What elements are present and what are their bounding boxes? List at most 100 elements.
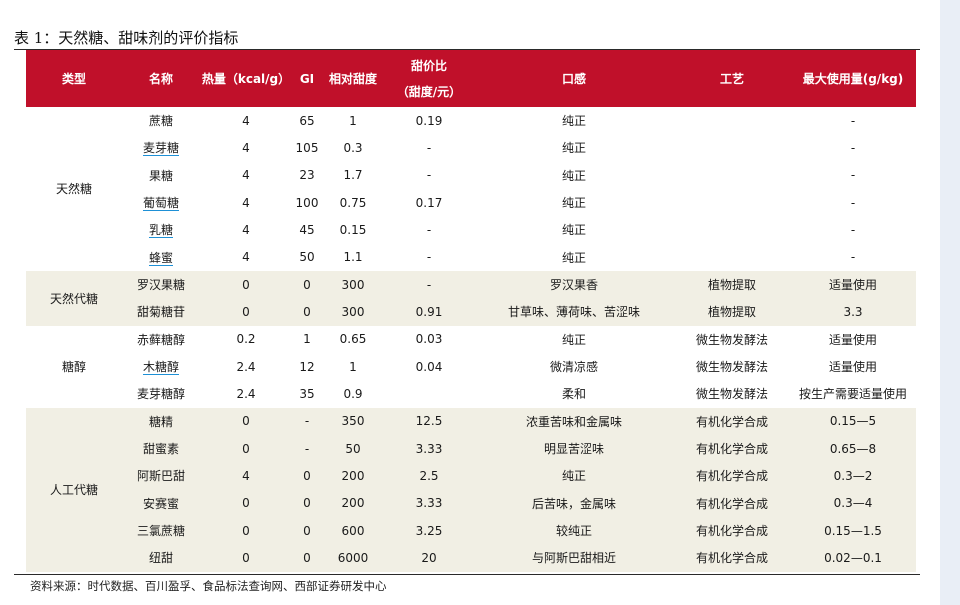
group-natural-substitute: 天然代糖 bbox=[26, 270, 122, 326]
cell-calories: 4 bbox=[200, 462, 292, 490]
cell-sweetness: 350 bbox=[322, 407, 384, 435]
cell-price-ratio: 3.25 bbox=[384, 516, 474, 545]
cell-price-ratio: 0.04 bbox=[415, 359, 443, 374]
cell-name: 纽甜 bbox=[122, 544, 200, 572]
cell-process: 植物提取 bbox=[674, 298, 790, 326]
cell-process: 微生物发酵法 bbox=[695, 332, 768, 347]
cell-process bbox=[674, 189, 790, 216]
cell-gi: 105 bbox=[295, 140, 319, 155]
cell-price-ratio: - bbox=[426, 250, 432, 265]
col-header-price-ratio: 甜价比 （甜度/元） bbox=[384, 50, 474, 107]
cell-name: 三氯蔗糖 bbox=[122, 516, 200, 545]
cell-calories: 4 bbox=[242, 113, 250, 128]
cell-name: 乳糖 bbox=[148, 223, 173, 238]
table-row: 三氯蔗糖 0 0 600 3.25 较纯正 有机化学合成 0.15—1.5 bbox=[26, 516, 916, 545]
table-row: 果糖 4 23 1.7 - 纯正 - bbox=[26, 162, 916, 189]
cell-sweetness: 0.9 bbox=[343, 386, 363, 401]
table-row: 甜蜜素 0 - 50 3.33 明显苦涩味 有机化学合成 0.65—8 bbox=[26, 434, 916, 463]
cell-price-ratio: - bbox=[426, 140, 432, 155]
cell-sweetness: 300 bbox=[322, 270, 384, 299]
cell-gi: 1 bbox=[303, 332, 311, 347]
cell-sweetness: 6000 bbox=[322, 544, 384, 572]
cell-taste: 微清凉感 bbox=[549, 360, 598, 375]
cell-taste: 明显苦涩味 bbox=[474, 434, 674, 463]
cell-taste: 纯正 bbox=[561, 250, 586, 265]
cell-price-ratio: 0.91 bbox=[384, 298, 474, 326]
cell-max-usage: 0.02—0.1 bbox=[790, 544, 916, 572]
col-header-max-usage: 最大使用量(g/kg) bbox=[790, 50, 916, 107]
cell-process bbox=[674, 134, 790, 161]
cell-max-usage: 0.3—4 bbox=[790, 489, 916, 517]
cell-gi: 65 bbox=[299, 113, 315, 128]
cell-process: 有机化学合成 bbox=[674, 516, 790, 545]
cell-sweetness: 200 bbox=[322, 489, 384, 517]
cell-max-usage: 按生产需要适量使用 bbox=[798, 387, 907, 402]
cell-gi: 35 bbox=[299, 386, 315, 401]
cell-name: 赤藓糖醇 bbox=[136, 332, 185, 347]
table-row: 天然糖 蔗糖 4 65 1 0.19 纯正 - bbox=[26, 107, 916, 197]
cell-max-usage: 0.3—2 bbox=[790, 462, 916, 490]
cell-sweetness: 0.15 bbox=[339, 222, 367, 237]
cell-max-usage: - bbox=[850, 168, 856, 183]
cell-taste: 纯正 bbox=[561, 223, 586, 238]
table-title: 表 1：天然糖、甜味剂的评价指标 bbox=[14, 29, 239, 47]
cell-sweetness: 200 bbox=[322, 462, 384, 490]
cell-calories: 4 bbox=[242, 168, 250, 183]
cell-calories: 0 bbox=[200, 434, 292, 463]
table-row: 安赛蜜 0 0 200 3.33 后苦味，金属味 有机化学合成 0.3—4 bbox=[26, 489, 916, 517]
cell-taste: 纯正 bbox=[474, 462, 674, 490]
cell-gi: - bbox=[292, 434, 322, 463]
cell-price-ratio: 12.5 bbox=[384, 407, 474, 435]
cell-max-usage: 适量使用 bbox=[828, 332, 877, 347]
cell-sweetness: 300 bbox=[322, 298, 384, 326]
table-row: 木糖醇 2.4 12 1 0.04 微清凉感 微生物发酵法 适量使用 bbox=[26, 353, 916, 380]
cell-name: 葡萄糖 bbox=[142, 196, 179, 211]
cell-price-ratio: 0.19 bbox=[415, 113, 443, 128]
cell-calories: 4 bbox=[242, 195, 250, 210]
page-margin-bar bbox=[940, 0, 960, 605]
cell-calories: 0.2 bbox=[236, 332, 256, 347]
table-row: 纽甜 0 0 6000 20 与阿斯巴甜相近 有机化学合成 0.02—0.1 bbox=[26, 544, 916, 572]
cell-price-ratio: 3.33 bbox=[384, 434, 474, 463]
cell-max-usage: 0.65—8 bbox=[790, 434, 916, 463]
cell-gi: 0 bbox=[292, 489, 322, 517]
table-row: 阿斯巴甜 4 0 200 2.5 纯正 有机化学合成 0.3—2 bbox=[26, 462, 916, 490]
cell-name: 蔗糖 bbox=[148, 114, 173, 129]
cell-process bbox=[674, 216, 790, 243]
cell-taste: 纯正 bbox=[561, 141, 586, 156]
cell-process: 微生物发酵法 bbox=[695, 360, 768, 375]
col-header-calories: 热量（kcal/g） bbox=[200, 50, 292, 107]
group-artificial-substitute: 人工代糖 bbox=[26, 407, 122, 572]
table-row: 麦芽糖 4 105 0.3 - 纯正 - bbox=[26, 134, 916, 161]
cell-price-ratio: 3.33 bbox=[384, 489, 474, 517]
source-note: 资料来源：时代数据、百川盈孚、食品标法查询网、西部证券研发中心 bbox=[30, 579, 387, 593]
cell-calories: 4 bbox=[242, 222, 250, 237]
cell-max-usage: 适量使用 bbox=[790, 270, 916, 299]
cell-taste: 纯正 bbox=[561, 332, 586, 347]
cell-taste: 后苦味，金属味 bbox=[474, 489, 674, 517]
table-row: 甜菊糖苷 0 0 300 0.91 甘草味、薄荷味、苦涩味 植物提取 3.3 bbox=[26, 298, 916, 326]
cell-price-ratio: 2.5 bbox=[384, 462, 474, 490]
cell-taste: 罗汉果香 bbox=[474, 270, 674, 299]
cell-name: 木糖醇 bbox=[142, 360, 179, 375]
cell-calories: 0 bbox=[200, 298, 292, 326]
group-natural-sugar: 天然糖 bbox=[55, 182, 92, 197]
table-row: 天然代糖 罗汉果糖 0 0 300 - 罗汉果香 植物提取 适量使用 bbox=[26, 270, 916, 326]
cell-process bbox=[674, 107, 790, 134]
cell-price-ratio: 0.17 bbox=[415, 195, 443, 210]
col-header-type: 类型 bbox=[26, 50, 122, 107]
cell-gi: 50 bbox=[299, 250, 315, 265]
cell-name: 罗汉果糖 bbox=[122, 270, 200, 299]
cell-sweetness: 0.3 bbox=[343, 140, 363, 155]
cell-max-usage: - bbox=[850, 195, 856, 210]
cell-max-usage: 0.15—5 bbox=[790, 407, 916, 435]
cell-gi: 45 bbox=[299, 222, 315, 237]
cell-taste: 甘草味、薄荷味、苦涩味 bbox=[474, 298, 674, 326]
cell-process: 有机化学合成 bbox=[674, 544, 790, 572]
table-row: 蜂蜜 4 50 1.1 - 纯正 - bbox=[26, 244, 916, 271]
cell-gi: 12 bbox=[299, 359, 315, 374]
cell-gi: 0 bbox=[292, 462, 322, 490]
cell-gi: 23 bbox=[299, 168, 315, 183]
cell-taste: 浓重苦味和金属味 bbox=[474, 407, 674, 435]
bottom-rule bbox=[14, 574, 920, 575]
